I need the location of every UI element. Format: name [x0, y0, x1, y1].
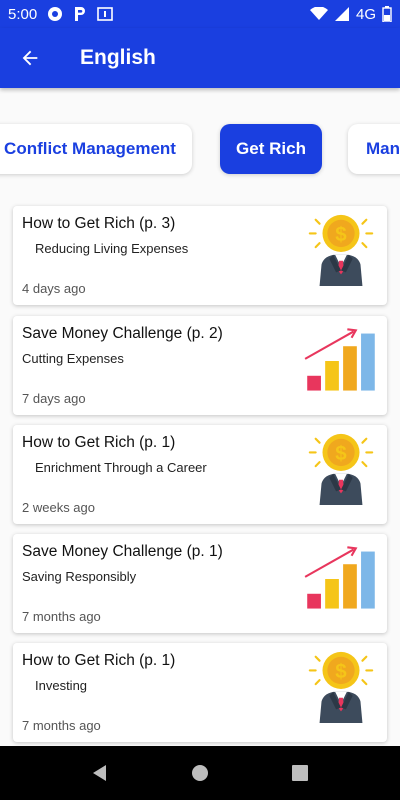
nav-home-button[interactable] — [185, 758, 215, 788]
lesson-card[interactable]: Save Money Challenge (p. 2) Cutting Expe… — [13, 316, 387, 415]
network-type: 4G — [355, 5, 376, 23]
chip-man[interactable]: Man — [348, 124, 400, 174]
lesson-time: 7 months ago — [22, 609, 101, 624]
notification-icon — [97, 6, 114, 22]
lesson-title: How to Get Rich (p. 1) — [22, 652, 176, 669]
wifi-icon — [309, 7, 328, 21]
signal-icon — [334, 7, 350, 21]
lesson-subtitle: Reducing Living Expenses — [35, 241, 189, 256]
chip-conflict-management[interactable]: Conflict Management — [0, 124, 192, 174]
lesson-subtitle: Saving Responsibly — [22, 569, 137, 584]
nav-back-button[interactable] — [85, 758, 115, 788]
lesson-title: How to Get Rich (p. 3) — [22, 215, 176, 232]
triangle-back-icon — [93, 765, 106, 781]
circle-home-icon — [192, 765, 208, 781]
square-recents-icon — [292, 765, 308, 781]
businessman-coin-icon — [308, 213, 374, 288]
lesson-subtitle: Cutting Expenses — [22, 351, 124, 366]
lesson-subtitle: Enrichment Through a Career — [35, 460, 207, 475]
lesson-card[interactable]: How to Get Rich (p. 1) Investing 7 month… — [13, 643, 387, 742]
battery-icon — [382, 6, 392, 22]
businessman-coin-icon — [308, 650, 374, 725]
nav-recents-button[interactable] — [285, 758, 315, 788]
lesson-card[interactable]: How to Get Rich (p. 1) Enrichment Throug… — [13, 425, 387, 524]
lesson-card[interactable]: Save Money Challenge (p. 1) Saving Respo… — [13, 534, 387, 633]
page-title: English — [80, 46, 156, 69]
category-tabs: Conflict Management Get Rich Man — [0, 118, 400, 182]
status-bar: 5:00 4G — [0, 0, 400, 28]
growth-chart-icon — [304, 328, 376, 392]
lesson-time: 7 days ago — [22, 391, 86, 406]
parking-icon — [73, 6, 87, 22]
lesson-time: 2 weeks ago — [22, 500, 95, 515]
lesson-card[interactable]: How to Get Rich (p. 3) Reducing Living E… — [13, 206, 387, 305]
lesson-title: Save Money Challenge (p. 2) — [22, 325, 223, 342]
lesson-time: 4 days ago — [22, 281, 86, 296]
app-bar: English — [0, 28, 400, 88]
lesson-title: Save Money Challenge (p. 1) — [22, 543, 223, 560]
arrow-back-icon — [22, 50, 38, 66]
status-time: 5:00 — [8, 5, 38, 23]
system-nav-bar — [0, 746, 400, 800]
lesson-time: 7 months ago — [22, 718, 101, 733]
lesson-subtitle: Investing — [35, 678, 88, 693]
lesson-title: How to Get Rich (p. 1) — [22, 434, 176, 451]
chrome-icon — [47, 6, 63, 22]
back-button[interactable] — [0, 28, 60, 88]
chip-get-rich[interactable]: Get Rich — [220, 124, 322, 174]
businessman-coin-icon — [308, 432, 374, 507]
growth-chart-icon — [304, 546, 376, 610]
